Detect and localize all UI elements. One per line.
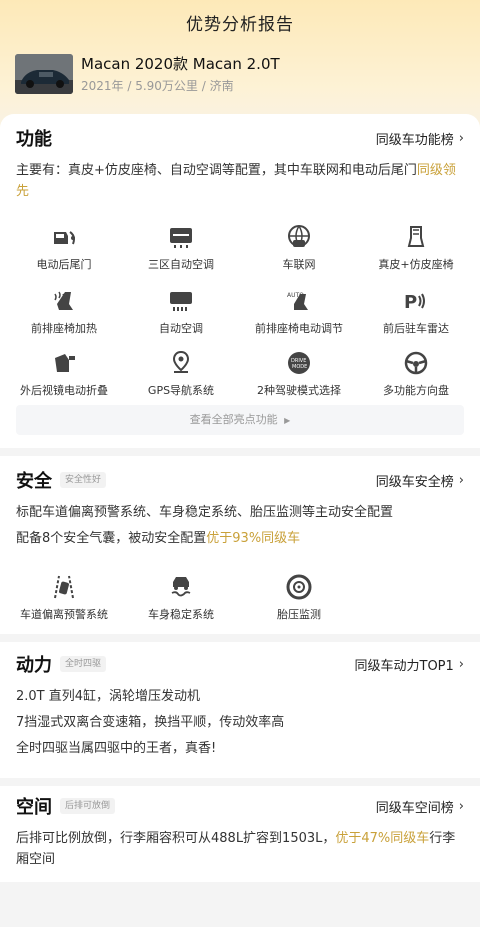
safety-item[interactable]: 车道偏离预警系统 bbox=[4, 574, 124, 622]
feature-item[interactable]: GPS导航系统 bbox=[121, 350, 241, 398]
leather-seat-icon bbox=[407, 226, 425, 247]
power-line-1: 2.0T 直列4缸，涡轮增压发动机 bbox=[16, 689, 201, 704]
feature-label: GPS导航系统 bbox=[147, 384, 215, 397]
safety-line2-main: 配备8个安全气囊，被动安全配置 bbox=[16, 531, 207, 546]
safety-label: 车身稳定系统 bbox=[148, 608, 214, 621]
view-all-label: 查看全部亮点功能 bbox=[189, 413, 278, 426]
parking-radar-icon: P bbox=[404, 292, 425, 313]
feature-label: 前后驻车雷达 bbox=[383, 322, 449, 335]
stability-control-icon bbox=[171, 577, 191, 597]
feature-label: 三区自动空调 bbox=[148, 258, 214, 271]
safety-label: 胎压监测 bbox=[277, 608, 321, 621]
page-title: 优势分析报告 bbox=[186, 15, 294, 35]
power-tag: 全时四驱 bbox=[60, 656, 107, 672]
svg-text:P: P bbox=[404, 292, 417, 313]
feature-item[interactable]: 车联网 bbox=[239, 224, 359, 272]
tri-zone-ac-icon bbox=[170, 228, 192, 248]
safety-item[interactable]: 胎压监测 bbox=[239, 574, 359, 622]
drive-mode-icon: DRIVE MODE bbox=[288, 352, 310, 374]
safety-item[interactable]: 车身稳定系统 bbox=[121, 574, 241, 622]
feature-item[interactable]: 外后视镜电动折叠 bbox=[4, 350, 124, 398]
lane-departure-icon bbox=[54, 575, 74, 599]
mirror-fold-icon bbox=[55, 354, 75, 372]
chevron-right-icon: › bbox=[458, 798, 464, 814]
section-divider bbox=[0, 634, 480, 642]
feature-item[interactable]: AUTO 前排座椅电动调节 bbox=[239, 288, 359, 336]
section-divider bbox=[0, 778, 480, 786]
power-title: 动力 bbox=[16, 655, 52, 676]
power-line-2: 7挡湿式双离合变速箱，换挡平顺，传动效率高 bbox=[16, 715, 285, 730]
safety-tag: 安全性好 bbox=[60, 472, 107, 488]
features-rank-link[interactable]: 同级车功能榜 › bbox=[376, 129, 464, 148]
space-rank-label: 同级车空间榜 bbox=[375, 800, 454, 816]
space-title: 空间 bbox=[16, 797, 52, 818]
safety-title: 安全 bbox=[16, 471, 52, 492]
svg-text:AUTO: AUTO bbox=[287, 292, 304, 299]
safety-line-2: 配备8个安全气囊，被动安全配置优于93%同级车 bbox=[16, 528, 464, 549]
safety-rank-link[interactable]: 同级车安全榜 › bbox=[376, 471, 464, 490]
gps-icon bbox=[172, 350, 190, 373]
svg-text:MODE: MODE bbox=[292, 364, 307, 370]
feature-label: 多功能方向盘 bbox=[383, 384, 449, 397]
feature-item[interactable]: 自动空调 bbox=[121, 288, 241, 336]
power-line-3: 全时四驱当属四驱中的王者，真香! bbox=[16, 741, 217, 756]
tire-pressure-icon bbox=[286, 574, 312, 600]
space-description: 后排可比例放倒，行李厢容积可从488L扩容到1503L，优于47%同级车行李厢空… bbox=[16, 828, 464, 870]
safety-label: 车道偏离预警系统 bbox=[20, 608, 108, 621]
feature-item[interactable]: 前排座椅加热 bbox=[4, 288, 124, 336]
feature-label: 车联网 bbox=[282, 258, 316, 271]
car-name: Macan 2020款 Macan 2.0T bbox=[81, 55, 280, 73]
triangle-right-icon: ▶ bbox=[284, 416, 291, 425]
steering-wheel-icon bbox=[404, 351, 428, 375]
section-divider bbox=[0, 448, 480, 456]
car-meta: 2021年 / 5.90万公里 / 济南 bbox=[81, 79, 234, 93]
features-card: 功能 同级车功能榜 › 主要有：真皮+仿皮座椅、自动空调等配置，其中车联网和电动… bbox=[0, 114, 480, 448]
power-tailgate-icon bbox=[54, 231, 75, 245]
space-card: 空间 后排可放倒 同级车空间榜 › 后排可比例放倒，行李厢容积可从488L扩容到… bbox=[0, 786, 480, 882]
chevron-right-icon: › bbox=[458, 130, 464, 146]
power-seat-icon: AUTO bbox=[287, 292, 308, 310]
power-rank-link[interactable]: 同级车动力TOP1 › bbox=[355, 655, 465, 674]
auto-ac-icon bbox=[170, 292, 192, 311]
feature-label: 真皮+仿皮座椅 bbox=[378, 258, 454, 271]
features-desc-main: 主要有：真皮+仿皮座椅、自动空调等配置，其中车联网和电动后尾门 bbox=[16, 163, 417, 178]
chevron-right-icon: › bbox=[458, 656, 464, 672]
view-all-features-button[interactable]: 查看全部亮点功能 ▶ bbox=[16, 405, 464, 435]
space-rank-link[interactable]: 同级车空间榜 › bbox=[376, 797, 464, 816]
seat-heating-icon bbox=[54, 291, 73, 310]
feature-label: 前排座椅电动调节 bbox=[255, 322, 343, 335]
feature-item[interactable]: P 前后驻车雷达 bbox=[356, 288, 476, 336]
safety-line-1: 标配车道偏离预警系统、车身稳定系统、胎压监测等主动安全配置 bbox=[16, 505, 394, 520]
chevron-right-icon: › bbox=[458, 472, 464, 488]
feature-item[interactable]: 真皮+仿皮座椅 bbox=[356, 224, 476, 272]
safety-card: 安全 安全性好 同级车安全榜 › 标配车道偏离预警系统、车身稳定系统、胎压监测等… bbox=[0, 456, 480, 634]
feature-item[interactable]: 三区自动空调 bbox=[121, 224, 241, 272]
space-tag: 后排可放倒 bbox=[60, 798, 116, 814]
car-summary[interactable]: Macan 2020款 Macan 2.0T 2021年 / 5.90万公里 /… bbox=[15, 52, 280, 96]
feature-label: 电动后尾门 bbox=[36, 258, 92, 271]
features-rank-label: 同级车功能榜 bbox=[375, 132, 454, 148]
feature-label: 2种驾驶模式选择 bbox=[257, 384, 341, 397]
space-desc-main: 后排可比例放倒，行李厢容积可从488L扩容到1503L， bbox=[16, 831, 336, 846]
space-desc-highlight: 优于47%同级车 bbox=[335, 831, 430, 846]
feature-item[interactable]: 多功能方向盘 bbox=[356, 350, 476, 398]
car-thumbnail bbox=[15, 54, 73, 94]
features-title: 功能 bbox=[16, 129, 52, 150]
feature-label: 前排座椅加热 bbox=[31, 322, 97, 335]
feature-label: 外后视镜电动折叠 bbox=[20, 384, 108, 397]
feature-label: 自动空调 bbox=[159, 322, 203, 335]
feature-item[interactable]: 电动后尾门 bbox=[4, 224, 124, 272]
safety-line2-highlight: 优于93%同级车 bbox=[206, 531, 301, 546]
safety-rank-label: 同级车安全榜 bbox=[375, 474, 454, 490]
power-card: 动力 全时四驱 同级车动力TOP1 › 2.0T 直列4缸，涡轮增压发动机 7挡… bbox=[0, 642, 480, 778]
features-description: 主要有：真皮+仿皮座椅、自动空调等配置，其中车联网和电动后尾门同级领先 bbox=[16, 160, 464, 202]
connected-car-icon bbox=[288, 225, 310, 247]
feature-item[interactable]: DRIVE MODE 2种驾驶模式选择 bbox=[239, 350, 359, 398]
power-rank-label: 同级车动力TOP1 bbox=[354, 658, 454, 674]
